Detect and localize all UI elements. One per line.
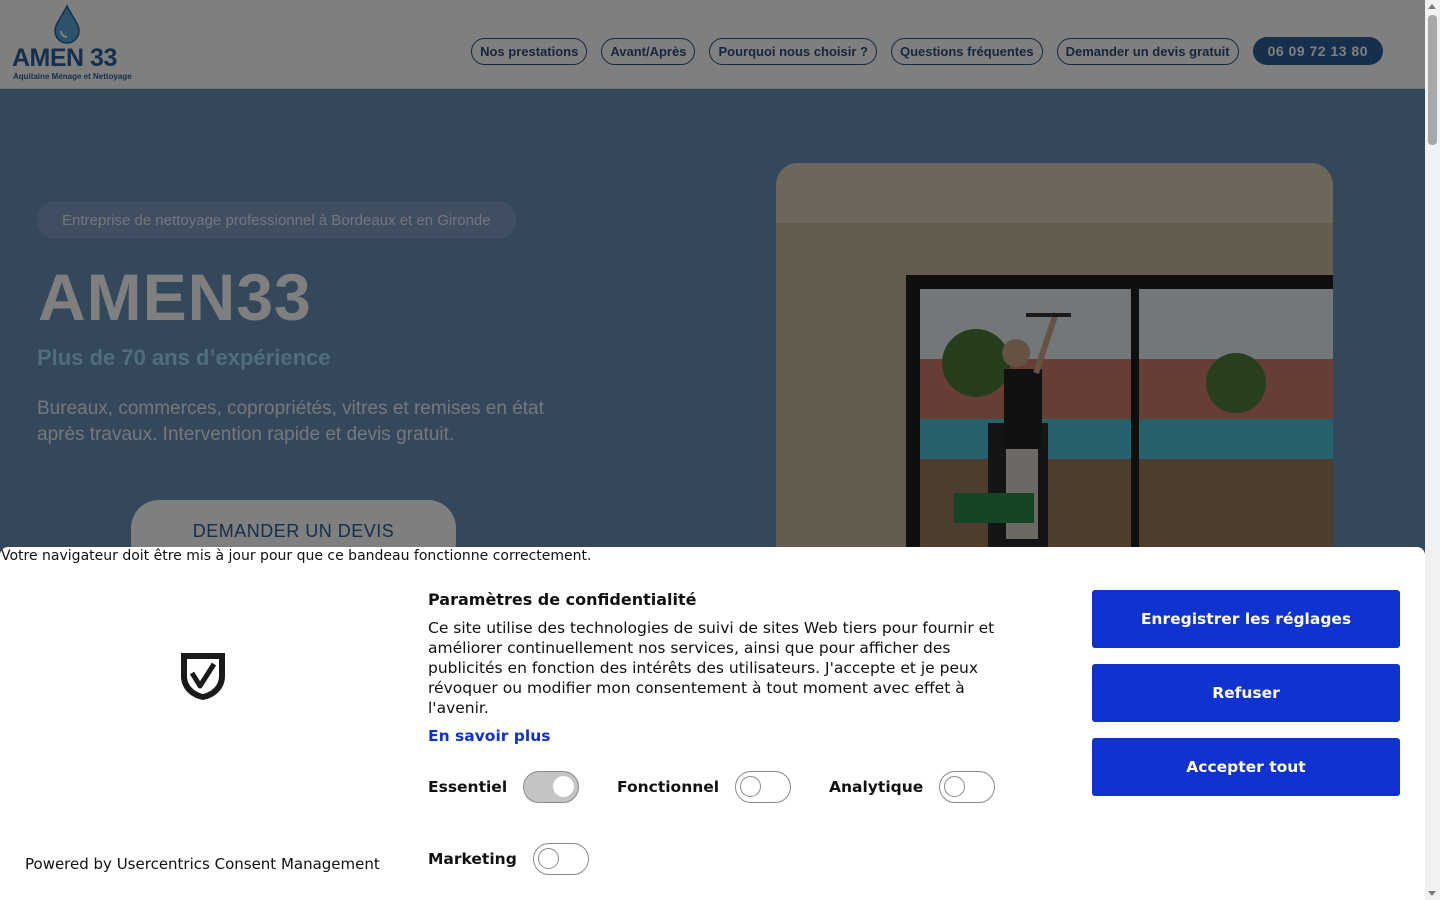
consent-banner: Votre navigateur doit être mis à jour po… — [0, 547, 1425, 900]
switch-knob — [553, 776, 575, 797]
toggle-fonctionnel: Fonctionnel — [617, 771, 792, 803]
switch-knob — [740, 776, 762, 797]
learn-more-link[interactable]: En savoir plus — [428, 727, 550, 745]
scroll-down-icon[interactable] — [1428, 891, 1436, 896]
shield-check-icon — [181, 653, 225, 700]
save-settings-button[interactable]: Enregistrer les réglages — [1092, 590, 1400, 648]
fonctionnel-switch[interactable] — [735, 771, 792, 803]
toggle-label: Analytique — [829, 778, 924, 796]
consent-description: Ce site utilise des technologies de suiv… — [428, 619, 995, 717]
scroll-thumb[interactable] — [1428, 15, 1437, 145]
powered-by-link[interactable]: Powered by Usercentrics Consent Manageme… — [25, 855, 380, 873]
toggle-label: Marketing — [428, 850, 517, 868]
essentiel-switch[interactable] — [523, 771, 580, 803]
accept-all-button[interactable]: Accepter tout — [1092, 738, 1400, 796]
switch-knob — [944, 776, 966, 797]
scroll-up-icon[interactable] — [1428, 4, 1436, 9]
toggle-label: Fonctionnel — [617, 778, 720, 796]
toggle-label: Essentiel — [428, 778, 508, 796]
page-scrollbar[interactable] — [1425, 0, 1440, 900]
refuse-button[interactable]: Refuser — [1092, 664, 1400, 722]
toggle-analytique: Analytique — [829, 771, 996, 803]
marketing-switch[interactable] — [532, 843, 589, 875]
toggle-essentiel: Essentiel — [428, 771, 580, 803]
consent-title: Paramètres de confidentialité — [428, 590, 697, 609]
toggle-marketing: Marketing — [428, 843, 589, 875]
analytique-switch[interactable] — [939, 771, 996, 803]
browser-update-warning: Votre navigateur doit être mis à jour po… — [1, 548, 592, 564]
switch-knob — [537, 848, 559, 869]
